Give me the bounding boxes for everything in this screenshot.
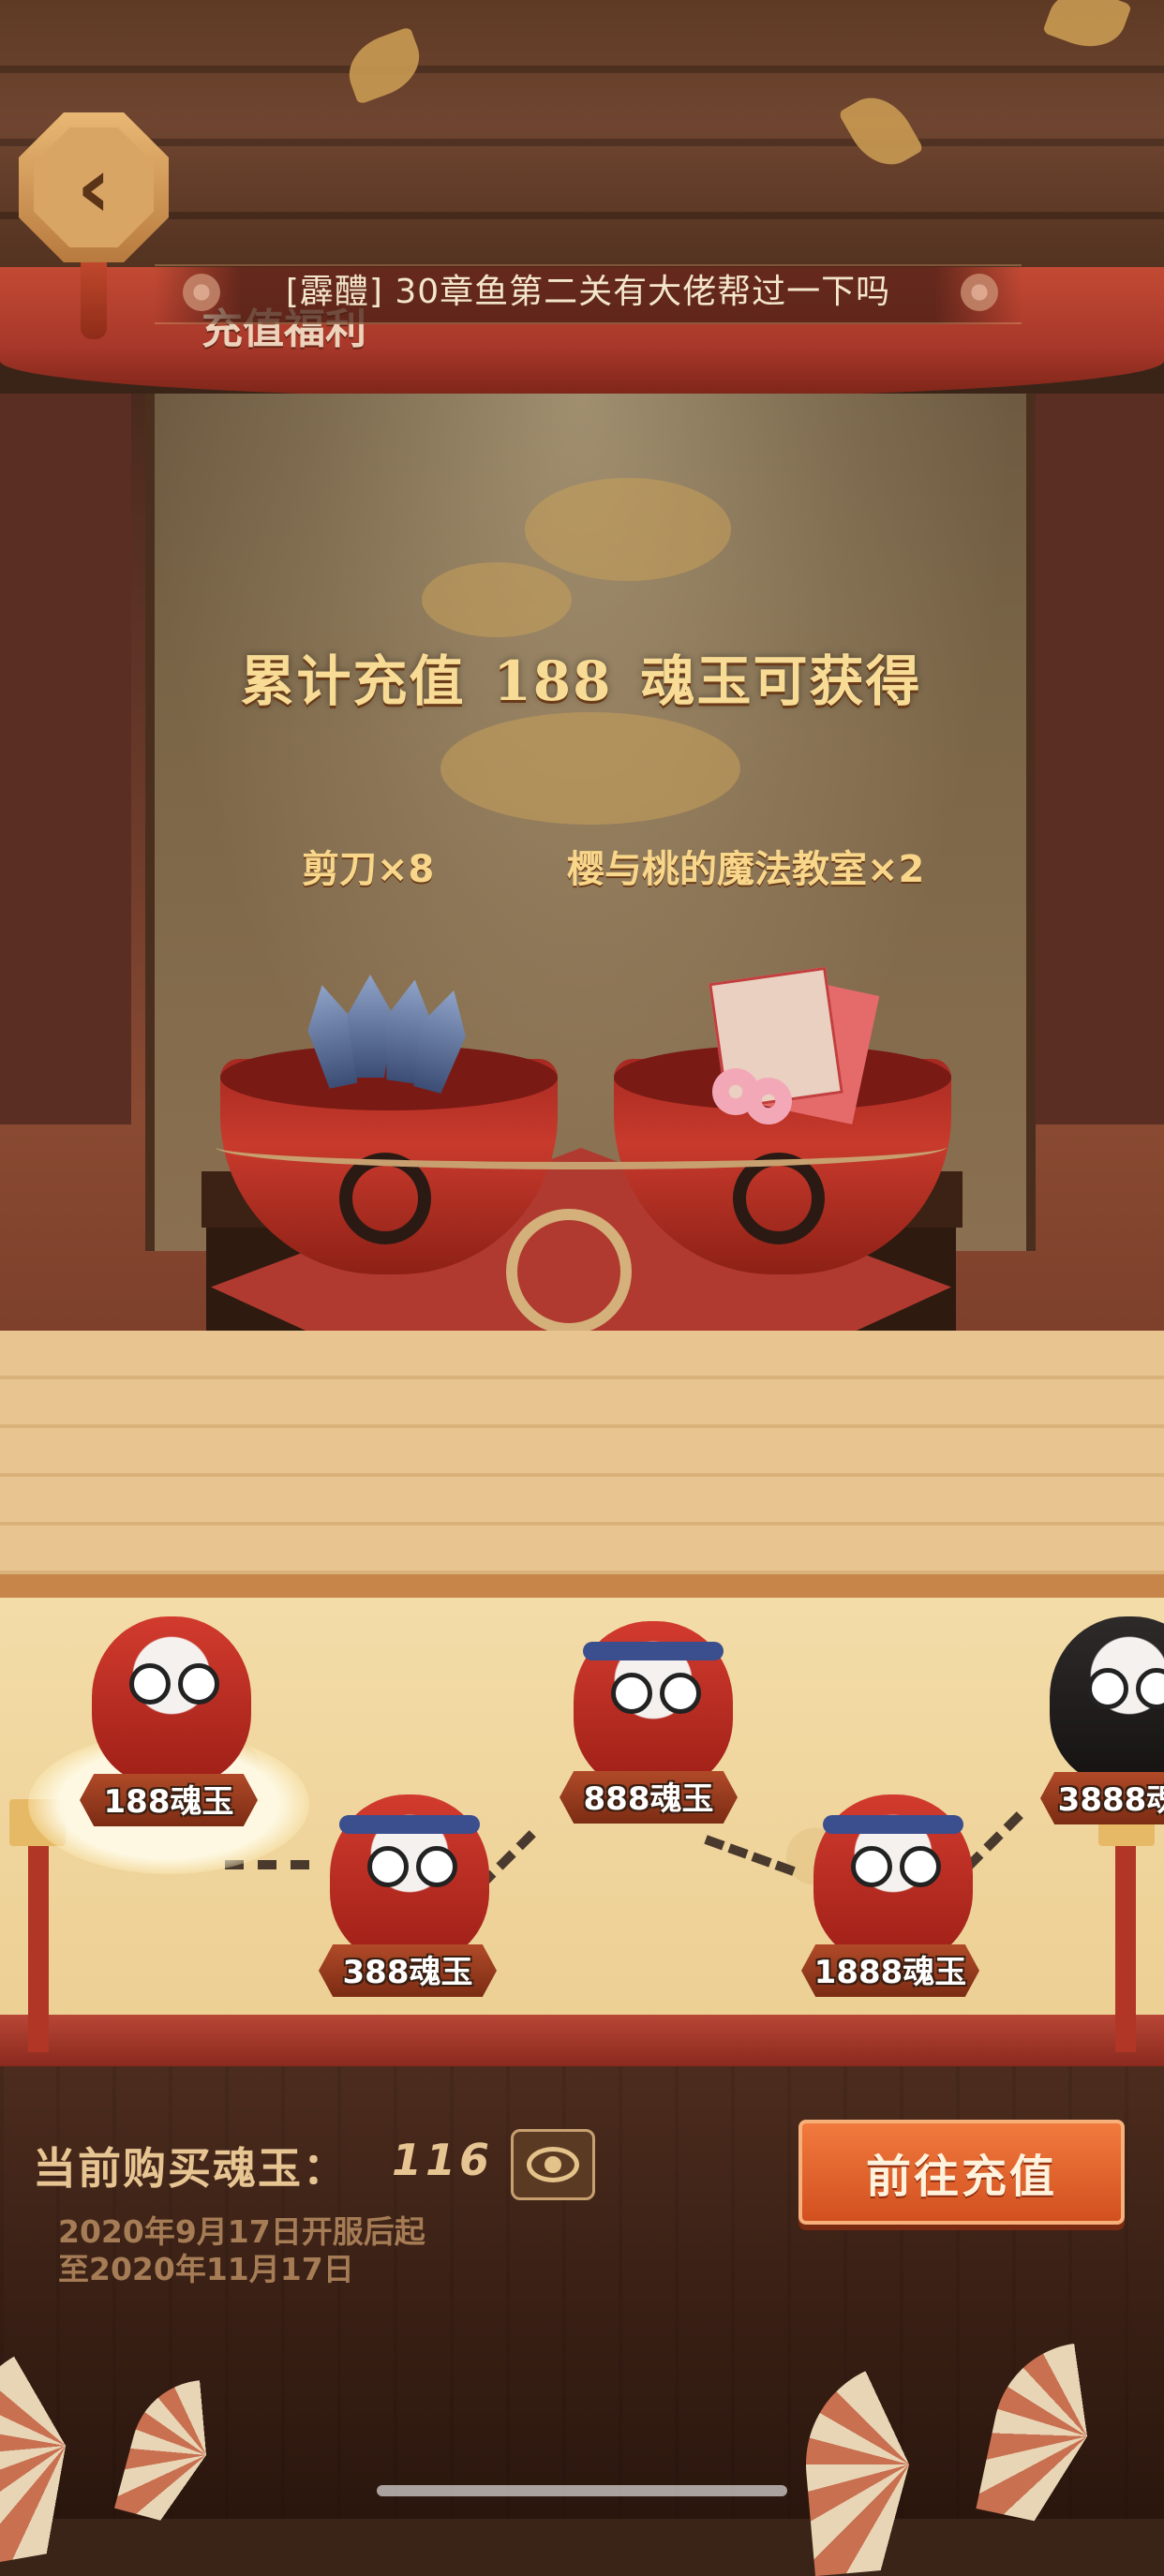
- reward-heading-amount: 188: [493, 649, 613, 713]
- pine-pattern-icon: [422, 562, 572, 637]
- daruma-eye: [1087, 1668, 1128, 1709]
- daruma-eye: [416, 1846, 457, 1887]
- reward-heading-prefix: 累计充值: [240, 649, 466, 713]
- reward-item-label: 剪刀×8: [302, 848, 435, 891]
- view-details-button[interactable]: [511, 2129, 595, 2200]
- home-indicator[interactable]: [377, 2485, 787, 2496]
- top-wall: [0, 0, 1164, 309]
- daruma-eye: [900, 1846, 941, 1887]
- daruma-headband: [823, 1815, 963, 1834]
- milestone-label: 888魂玉: [583, 1780, 714, 1818]
- go-recharge-button[interactable]: 前往充值: [798, 2120, 1125, 2225]
- reward-heading: 累计充值 188 魂玉可获得: [145, 637, 1017, 716]
- pine-pattern-icon: [440, 712, 740, 825]
- daruma-icon: [92, 1616, 251, 1785]
- reward-item-label: 樱与桃的魔法教室×2: [567, 848, 925, 891]
- reward-heading-suffix: 魂玉可获得: [640, 649, 922, 713]
- rope-decoration: [216, 1124, 947, 1169]
- chat-banner-text[interactable]: [霹醴] 30章鱼第二关有大佬帮过一下吗: [155, 264, 1022, 320]
- daruma-eye: [367, 1846, 409, 1887]
- milestone-label: 3888魂玉: [1057, 1781, 1164, 1819]
- milestone-label: 188魂玉: [103, 1783, 234, 1821]
- tassel-decoration: [81, 255, 107, 339]
- scissors-icon: [309, 975, 469, 1096]
- daruma-eye: [851, 1846, 892, 1887]
- knot-decoration: [506, 1209, 632, 1334]
- letter-icon: [709, 966, 880, 1124]
- left-curtain: [0, 394, 131, 1124]
- daruma-eye: [611, 1673, 652, 1714]
- torii-post: [1115, 1837, 1136, 2052]
- daruma-headband: [339, 1815, 480, 1834]
- event-period-end: 至2020年11月17日: [58, 2251, 354, 2287]
- daruma-eye: [178, 1663, 219, 1705]
- right-curtain: [1033, 394, 1164, 1124]
- milestone-label: 1888魂玉: [813, 1954, 967, 1991]
- stage-floor: [0, 1331, 1164, 1593]
- current-purchase-value: 116: [392, 2135, 494, 2185]
- torii-post: [28, 1837, 49, 2052]
- current-purchase-label: 当前购买魂玉：: [33, 2143, 348, 2194]
- daruma-eye: [660, 1673, 701, 1714]
- milestone-label: 388魂玉: [342, 1954, 473, 1991]
- track-rail: [0, 2015, 1164, 2066]
- daruma-headband: [583, 1642, 724, 1660]
- daruma-eye: [129, 1663, 171, 1705]
- pine-pattern-icon: [525, 478, 731, 581]
- eye-icon: [527, 2147, 579, 2182]
- milestone-label-clip: 3888魂玉: [1031, 1769, 1164, 1825]
